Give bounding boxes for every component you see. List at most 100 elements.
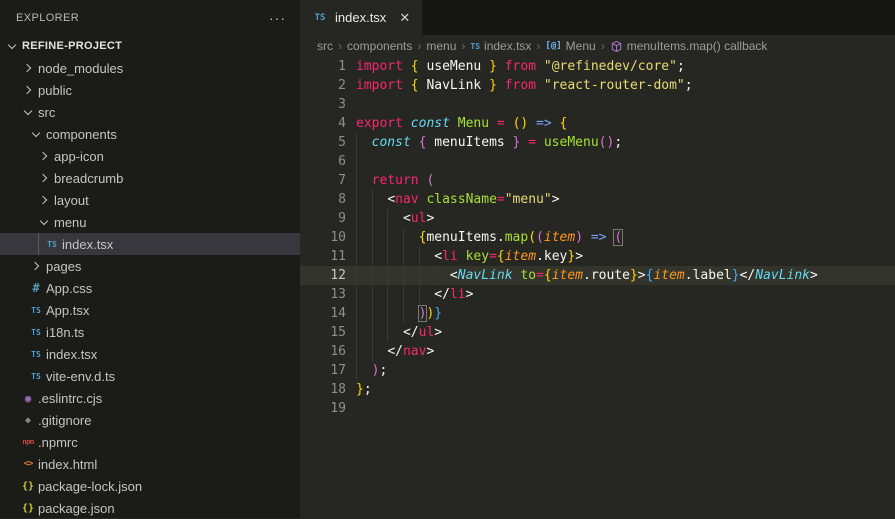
json-file-icon: {} (20, 478, 36, 494)
code-token: } (356, 382, 364, 397)
code-token (536, 135, 544, 150)
code-line[interactable]: 2import { NavLink } from "react-router-d… (300, 76, 895, 95)
ts-icon: TS (470, 42, 480, 51)
tree-item-app-icon[interactable]: app-icon (0, 145, 300, 167)
indent-guide (372, 190, 373, 209)
chevron-right-icon (36, 148, 52, 164)
code-token: } (434, 306, 442, 321)
code-token (583, 230, 591, 245)
tree-item-package-lock-json[interactable]: {}package-lock.json (0, 475, 300, 497)
breadcrumb-separator: › (536, 39, 540, 53)
tree-item-label: index.tsx (62, 237, 113, 252)
tree-item-node-modules[interactable]: node_modules (0, 57, 300, 79)
code-token (552, 116, 560, 131)
code-line[interactable]: 13 </li> (300, 285, 895, 304)
code-token: = (528, 135, 536, 150)
tree-item-label: node_modules (38, 61, 123, 76)
code-token: ; (379, 363, 387, 378)
tree-item-index-tsx[interactable]: TSindex.tsx (0, 343, 300, 365)
code-line[interactable]: 15 </ul> (300, 323, 895, 342)
tree-item--eslintrc-cjs[interactable]: ◉.eslintrc.cjs (0, 387, 300, 409)
breadcrumb-separator: › (601, 39, 605, 53)
tab-title: index.tsx (335, 10, 386, 25)
indent-guide (372, 209, 373, 228)
tree-item-vite-env-d-ts[interactable]: TSvite-env.d.ts (0, 365, 300, 387)
line-number: 10 (300, 228, 346, 247)
eslint-file-icon: ◉ (20, 390, 36, 406)
tree-item--gitignore[interactable]: ◆.gitignore (0, 409, 300, 431)
tree-item-menu[interactable]: menu (0, 211, 300, 233)
code-token (403, 116, 411, 131)
code-line[interactable]: 8 <nav className="menu"> (300, 190, 895, 209)
tree-item-label: src (38, 105, 55, 120)
code-text (346, 399, 356, 418)
tree-item-breadcrumb[interactable]: breadcrumb (0, 167, 300, 189)
breadcrumb-item[interactable]: menu (426, 39, 456, 53)
tree-item-app-tsx[interactable]: TSApp.tsx (0, 299, 300, 321)
code-token: export (356, 116, 403, 131)
breadcrumb-item[interactable]: [@]Menu (545, 39, 595, 53)
code-token: ; (364, 382, 372, 397)
tree-item-public[interactable]: public (0, 79, 300, 101)
code-text: import { useMenu } from "@refinedev/core… (346, 57, 685, 76)
code-line[interactable]: 1import { useMenu } from "@refinedev/cor… (300, 57, 895, 76)
breadcrumb-item[interactable]: TSindex.tsx (470, 39, 531, 53)
code-line[interactable]: 16 </nav> (300, 342, 895, 361)
code-line[interactable]: 10 {menuItems.map((item) => ( (300, 228, 895, 247)
tab-index-tsx[interactable]: TS index.tsx ✕ (300, 0, 422, 35)
code-token: "@refinedev/core" (544, 59, 677, 74)
breadcrumb-label: components (347, 39, 412, 53)
code-line-active[interactable]: 12 <NavLink to={item.route}>{item.label}… (300, 266, 895, 285)
code-token: </ (387, 344, 403, 359)
tree-item-index-tsx[interactable]: TSindex.tsx (0, 233, 300, 255)
code-line[interactable]: 7 return ( (300, 171, 895, 190)
code-line[interactable]: 14 ))} (300, 304, 895, 323)
code-line[interactable]: 4export const Menu = () => { (300, 114, 895, 133)
close-icon[interactable]: ✕ (399, 10, 410, 26)
code-token: ) (575, 230, 583, 245)
breadcrumb-item[interactable]: menuItems.map() callback (610, 39, 768, 53)
tree-item-pages[interactable]: pages (0, 255, 300, 277)
chevron-down-icon (36, 214, 52, 230)
line-number: 9 (300, 209, 346, 228)
tree-item-package-json[interactable]: {}package.json (0, 497, 300, 519)
indent-guide (356, 171, 357, 190)
code-line[interactable]: 3 (300, 95, 895, 114)
code-token: </ (434, 287, 450, 302)
code-text: ))} (346, 304, 442, 323)
code-line[interactable]: 9 <ul> (300, 209, 895, 228)
code-token (356, 249, 434, 264)
code-editor[interactable]: 1import { useMenu } from "@refinedev/cor… (300, 57, 895, 518)
chevron-right-icon (20, 60, 36, 76)
ts-file-icon: TS (312, 10, 328, 26)
indent-guide (38, 233, 39, 255)
tree-item-src[interactable]: src (0, 101, 300, 123)
code-line[interactable]: 6 (300, 152, 895, 171)
code-token: li (442, 249, 458, 264)
breadcrumb-label: Menu (566, 39, 596, 53)
code-line[interactable]: 19 (300, 399, 895, 418)
code-text: import { NavLink } from "react-router-do… (346, 76, 693, 95)
breadcrumb-item[interactable]: components (347, 39, 412, 53)
project-root-folder[interactable]: REFINE-PROJECT (0, 35, 300, 57)
tree-item-index-html[interactable]: <>index.html (0, 453, 300, 475)
chevron-right-icon (28, 258, 44, 274)
indent-guide (356, 247, 357, 266)
code-line[interactable]: 5 const { menuItems } = useMenu(); (300, 133, 895, 152)
code-line[interactable]: 11 <li key={item.key}> (300, 247, 895, 266)
tree-item-i18n-ts[interactable]: TSi18n.ts (0, 321, 300, 343)
tree-item-label: public (38, 83, 72, 98)
tab-bar: TS index.tsx ✕ (300, 0, 895, 35)
tree-item-components[interactable]: components (0, 123, 300, 145)
tree-item-layout[interactable]: layout (0, 189, 300, 211)
tree-item--npmrc[interactable]: npm.npmrc (0, 431, 300, 453)
more-actions-icon[interactable]: ··· (269, 13, 286, 23)
tree-item-label: app-icon (54, 149, 104, 164)
code-token: "react-router-dom" (544, 78, 685, 93)
code-line[interactable]: 17 ); (300, 361, 895, 380)
tree-item-app-css[interactable]: #App.css (0, 277, 300, 299)
indent-guide (356, 361, 357, 380)
breadcrumb-item[interactable]: src (317, 39, 333, 53)
tree-item-label: index.tsx (46, 347, 97, 362)
code-line[interactable]: 18}; (300, 380, 895, 399)
